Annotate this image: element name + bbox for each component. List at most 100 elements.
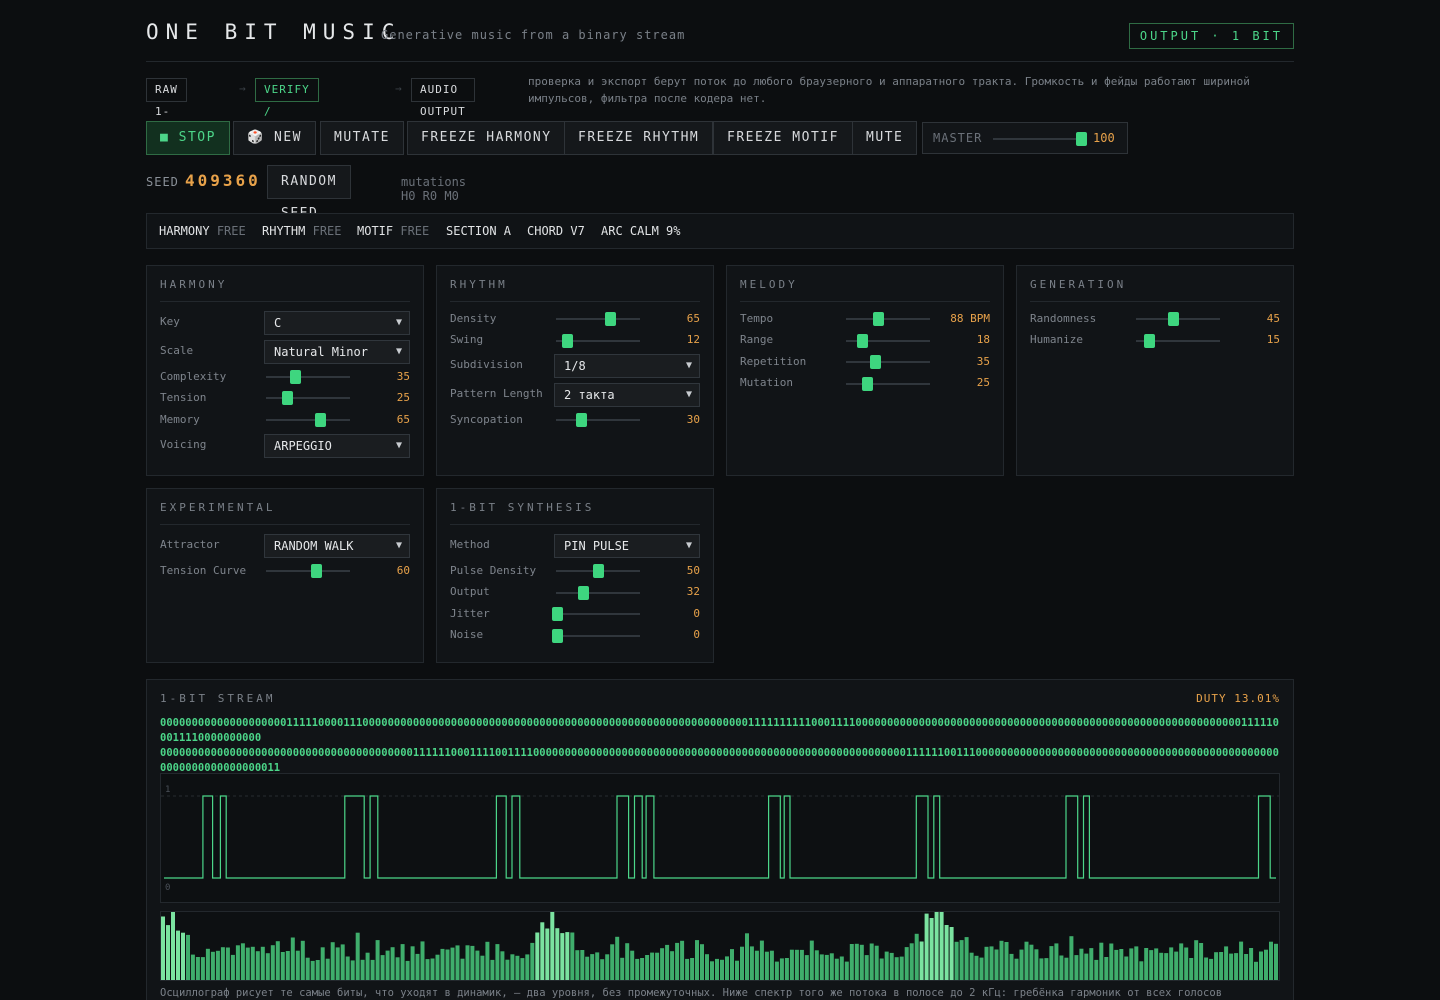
mutations-counter: mutations H0 R0 M0	[401, 175, 467, 203]
spectrum-bar	[440, 948, 445, 980]
new-button[interactable]: 🎲 NEW	[233, 121, 316, 155]
spectrum-bar	[260, 946, 265, 980]
status-rhythm: RHYTHM FREE	[262, 224, 342, 238]
spectrum-bar	[310, 960, 315, 980]
freeze-harmony-button[interactable]: FREEZE HARMONY	[407, 121, 566, 155]
key-select[interactable]: C ▼	[264, 311, 410, 335]
stop-button[interactable]: ■ STOP	[146, 121, 230, 155]
divider	[450, 524, 700, 525]
repetition-slider[interactable]	[846, 361, 930, 363]
stage-audio-output[interactable]: AUDIO OUTPUT	[411, 78, 475, 118]
spectrum-bar	[1054, 943, 1059, 980]
memory-thumb[interactable]	[314, 413, 326, 427]
spectrum-bar	[275, 941, 280, 980]
tension-curve-slider[interactable]	[266, 570, 350, 572]
pattern-length-select[interactable]: 2 такта ▼	[554, 383, 700, 407]
complexity-thumb[interactable]	[290, 370, 302, 384]
stage-raw-1bit[interactable]: RAW 1-BIT	[146, 78, 187, 140]
spectrum-bar	[600, 959, 605, 980]
spectrum-bar	[849, 944, 854, 980]
attractor-select[interactable]: RANDOM WALK ▼	[264, 534, 410, 558]
spectrum-bar	[490, 959, 495, 980]
spectrum-bar	[470, 945, 475, 980]
output-slider[interactable]	[556, 592, 640, 594]
tension-curve-thumb[interactable]	[310, 564, 322, 578]
spectrum-bar	[974, 955, 979, 980]
mute-button[interactable]: MUTE	[852, 121, 918, 155]
spectrum-bar	[789, 949, 794, 980]
mutation-slider[interactable]	[846, 383, 930, 385]
tension-thumb[interactable]	[282, 391, 294, 405]
jitter-slider[interactable]	[556, 613, 640, 615]
spectrum-bar	[715, 958, 719, 980]
tempo-slider[interactable]	[846, 318, 930, 320]
divider	[160, 301, 410, 302]
spectrum-bar	[1139, 961, 1144, 980]
spectrum-bar	[894, 957, 899, 980]
syncopation-slider[interactable]	[556, 419, 640, 421]
spectrum-bar	[405, 960, 410, 980]
density-thumb[interactable]	[604, 312, 616, 326]
spectrum-bar	[869, 943, 874, 980]
jitter-value: 0	[693, 607, 700, 620]
mutation-thumb[interactable]	[862, 377, 874, 391]
seed-label: SEED	[146, 175, 179, 189]
random-seed-button[interactable]: RANDOM SEED	[267, 165, 351, 221]
master-slider-track[interactable]	[993, 138, 1083, 140]
density-slider[interactable]	[556, 318, 640, 320]
syncopation-thumb[interactable]	[576, 413, 588, 427]
spectrum-bar	[909, 943, 914, 980]
spectrum-bar	[1169, 947, 1174, 980]
spectrum	[160, 901, 1280, 981]
voicing-select[interactable]: ARPEGGIO ▼	[264, 434, 410, 458]
freeze-rhythm-button[interactable]: FREEZE RHYTHM	[564, 121, 714, 155]
spectrum-bar	[1174, 951, 1179, 980]
spectrum-bar	[994, 949, 999, 980]
mutation-label: Mutation	[740, 376, 793, 389]
stage-verify-export[interactable]: VERIFY / EXPORT	[255, 78, 319, 140]
output-thumb[interactable]	[577, 586, 589, 600]
tempo-thumb[interactable]	[872, 312, 884, 326]
spectrum-bar	[1099, 942, 1104, 980]
spectrum-bar	[1144, 948, 1149, 980]
spectrum-bar	[176, 930, 180, 980]
spectrum-bar	[984, 946, 989, 980]
humanize-thumb[interactable]	[1144, 334, 1156, 348]
pipeline-arrow: →	[239, 82, 246, 95]
spectrum-bar	[575, 950, 580, 980]
memory-slider[interactable]	[266, 419, 350, 421]
spectrum-bar	[934, 909, 939, 980]
randomness-thumb[interactable]	[1168, 312, 1180, 326]
repetition-thumb[interactable]	[870, 355, 882, 369]
swing-thumb[interactable]	[561, 334, 573, 348]
tempo-value: 88 BPM	[950, 312, 990, 325]
subdivision-select[interactable]: 1/8 ▼	[554, 354, 700, 378]
noise-thumb[interactable]	[552, 629, 563, 643]
freeze-motif-button[interactable]: FREEZE MOTIF	[713, 121, 853, 155]
spectrum-bar	[460, 958, 465, 980]
range-thumb[interactable]	[856, 334, 868, 348]
spectrum-bar	[879, 958, 884, 980]
method-select[interactable]: PIN PULSE ▼	[554, 534, 700, 558]
complexity-value: 35	[396, 370, 410, 383]
noise-slider[interactable]	[556, 635, 640, 637]
spectrum-bar	[784, 958, 789, 980]
jitter-thumb[interactable]	[552, 607, 563, 621]
spectrum-bars	[161, 901, 1278, 980]
status-harmony-label: HARMONY	[159, 224, 210, 238]
complexity-slider[interactable]	[266, 376, 350, 378]
spectrum-bar	[660, 948, 665, 980]
pulse-density-thumb[interactable]	[592, 564, 604, 578]
spectrum-bar	[1234, 953, 1239, 980]
mutate-button[interactable]: MUTATE	[320, 121, 404, 155]
experimental-panel: EXPERIMENTAL Attractor RANDOM WALK ▼ Tens…	[146, 488, 424, 663]
experimental-title: EXPERIMENTAL	[160, 501, 276, 514]
divider	[740, 301, 990, 302]
scale-select[interactable]: Natural Minor ▼	[264, 340, 410, 364]
spectrum-bar	[345, 956, 350, 980]
tension-slider[interactable]	[266, 397, 350, 399]
master-slider-thumb[interactable]	[1076, 132, 1087, 146]
method-value: PIN PULSE	[564, 539, 630, 553]
spectrum-bar	[670, 951, 675, 980]
spectrum-bar	[505, 959, 510, 980]
